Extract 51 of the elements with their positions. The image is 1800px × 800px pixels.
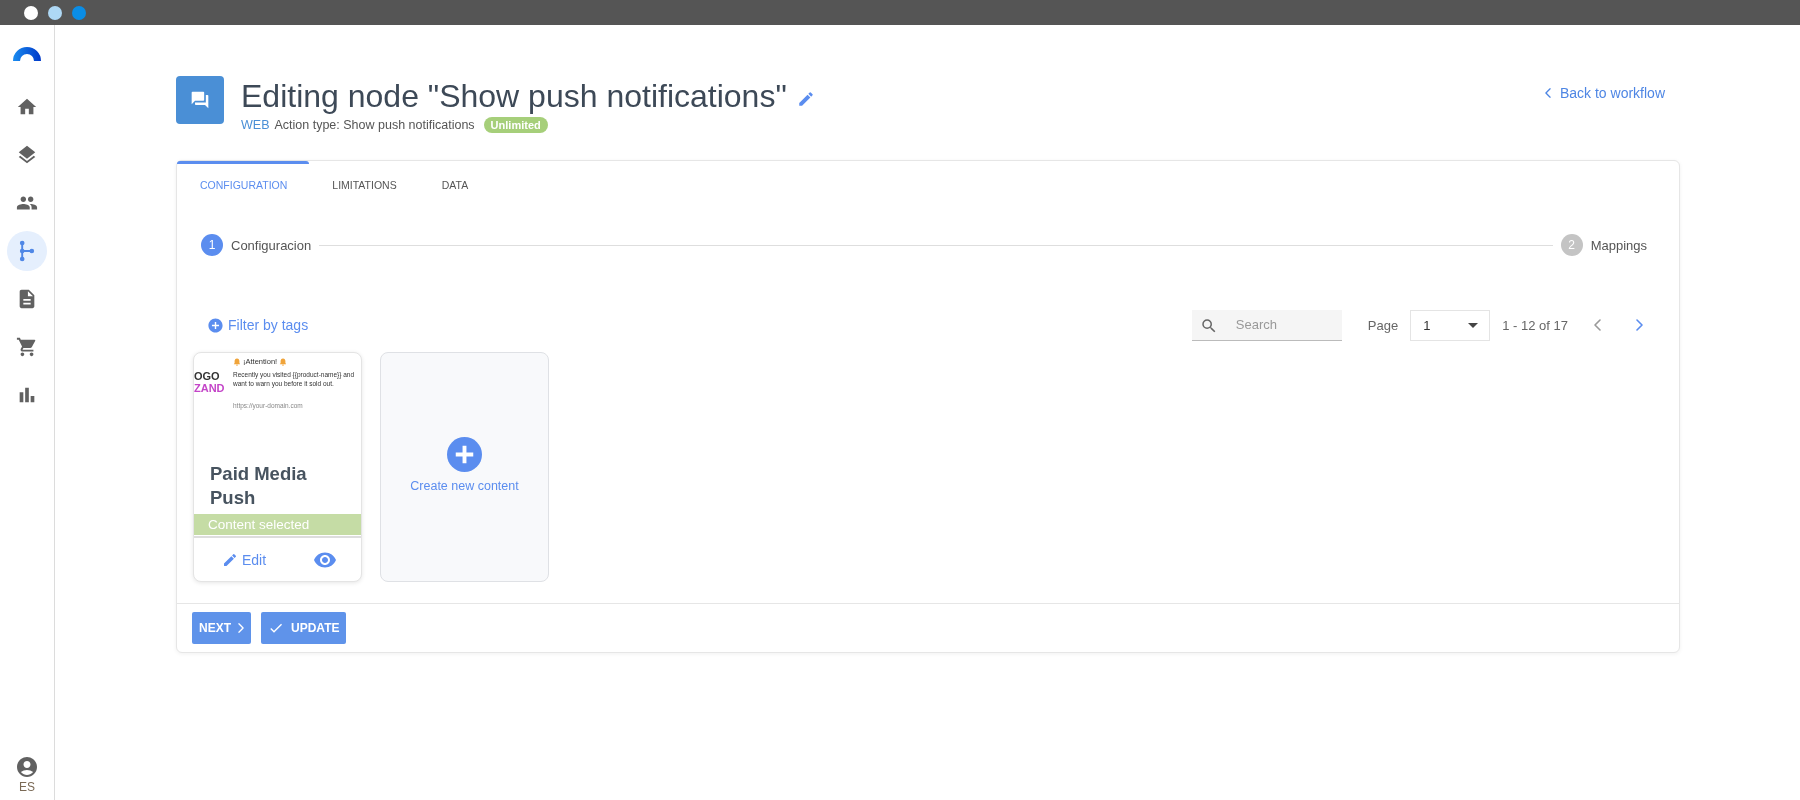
page-range: 1 - 12 of 17 <box>1502 317 1568 333</box>
tab[interactable]: LIMITATIONS <box>309 161 419 205</box>
edit-title-button[interactable] <box>796 90 815 108</box>
window-control-dot[interactable] <box>72 5 86 20</box>
logo-text: OGO <box>194 370 221 382</box>
pencil-icon <box>796 90 815 108</box>
content-title: Paid Media Push <box>209 462 308 510</box>
plus-icon <box>207 316 224 334</box>
window-control-dot[interactable] <box>48 5 62 20</box>
bell-icon <box>279 357 288 366</box>
plus-icon <box>447 437 482 472</box>
language-label[interactable]: ES <box>19 780 35 794</box>
page-title: Editing node "Show push notifications" <box>241 77 787 116</box>
next-button[interactable]: NEXT <box>192 612 251 644</box>
channel-label: WEB <box>241 118 270 132</box>
selected-status: Content selected <box>194 514 361 535</box>
account-icon[interactable] <box>15 755 39 779</box>
sidebar-nav-button[interactable] <box>7 231 47 271</box>
create-content-card[interactable]: Create new content <box>380 352 549 582</box>
page-label: Page <box>1367 317 1399 333</box>
logo-icon[interactable] <box>13 47 41 61</box>
next-page-button[interactable] <box>1636 319 1643 331</box>
window-control-dot[interactable] <box>24 5 38 20</box>
logo-text: ZAND <box>194 382 226 394</box>
search-icon <box>1199 316 1218 335</box>
tab[interactable]: CONFIGURATION <box>177 161 310 205</box>
tab[interactable]: DATA <box>418 161 491 205</box>
chevron-right-icon <box>238 623 244 633</box>
step-label: Mappings <box>1590 237 1647 253</box>
action-type-text: Action type: Show push notifications <box>274 118 475 132</box>
step-number: 1 <box>201 234 223 256</box>
filter-by-tags-button[interactable]: Filter by tags <box>207 316 309 334</box>
chevron-left-icon <box>1594 319 1601 331</box>
pencil-icon <box>222 551 238 568</box>
search-field[interactable]: Search <box>1191 309 1342 341</box>
page-select[interactable]: 1 <box>1410 309 1491 341</box>
step-number: 2 <box>1560 234 1583 256</box>
back-to-workflow-link[interactable]: Back to workflow <box>1544 85 1665 101</box>
bell-icon <box>233 357 241 366</box>
chevron-left-icon <box>1544 88 1551 98</box>
caret-icon <box>1468 322 1479 328</box>
chat-icon <box>176 76 224 124</box>
layers-icon <box>16 144 38 166</box>
step-label: Configuracion <box>231 237 312 253</box>
edit-button[interactable]: Edit <box>222 551 267 568</box>
create-content-label: Create new content <box>410 479 519 493</box>
chevron-right-icon <box>1636 319 1643 331</box>
update-button[interactable]: UPDATE <box>261 612 347 644</box>
flow-icon <box>19 240 35 262</box>
cart-icon <box>16 336 38 358</box>
limit-badge: Unlimited <box>483 117 548 133</box>
